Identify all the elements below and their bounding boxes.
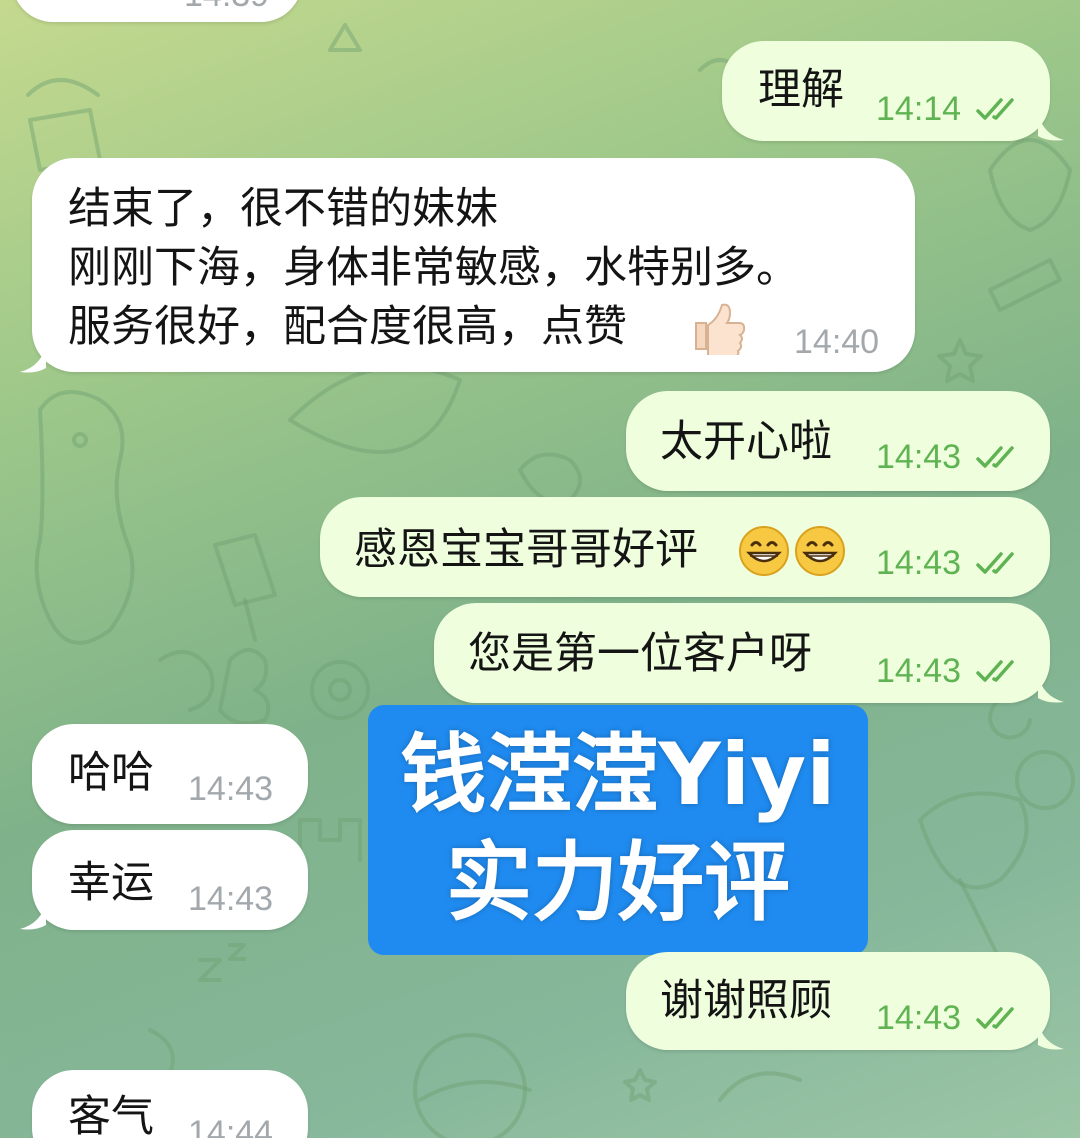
message-time: 14:43 [876, 652, 962, 690]
read-double-check-icon [976, 660, 1014, 682]
message-time: 14:43 [876, 999, 962, 1037]
message-bubble-outgoing[interactable]: 感恩宝宝哥哥好评 14:43 [320, 497, 1050, 597]
promo-line-1: 钱滢滢Yiyi [400, 725, 836, 825]
grinning-face-emoji-icon [795, 526, 845, 576]
message-time: 14:43 [876, 438, 962, 476]
read-double-check-icon [976, 98, 1014, 120]
bubble-tail [20, 344, 46, 373]
message-bubble-outgoing[interactable]: 理解 14:14 [722, 41, 1050, 141]
read-double-check-icon [976, 446, 1014, 468]
bubble-tail [1038, 1021, 1064, 1050]
message-bubble-incoming[interactable]: 幸运 14:43 [32, 830, 308, 930]
message-text-line: 刚刚下海，身体非常敏感，水特别多。 [68, 243, 799, 293]
message-text-line: 结束了，很不错的妹妹 [68, 184, 498, 234]
message-text: 谢谢照顾 [660, 976, 832, 1026]
promo-line-2: 实力好评 [446, 833, 790, 933]
message-bubble-incoming[interactable]: 结束了，很不错的妹妹 刚刚下海，身体非常敏感，水特别多。 服务很好，配合度很高，… [32, 158, 915, 372]
message-text: 哈哈 [68, 748, 154, 798]
message-text-line: 服务很好，配合度很高，点赞 [68, 302, 627, 352]
message-time: 14:40 [794, 323, 880, 361]
message-bubble-incoming[interactable]: 14:39 [12, 0, 302, 22]
bubble-tail [20, 901, 46, 930]
message-time: 14:43 [188, 770, 274, 808]
message-time: 14:14 [876, 90, 962, 128]
message-text: 感恩宝宝哥哥好评 [354, 525, 698, 575]
message-time: 14:43 [188, 880, 274, 918]
message-text: 客气 [68, 1092, 154, 1138]
promo-banner: 钱滢滢Yiyi 实力好评 [368, 705, 868, 955]
message-text: 您是第一位客户呀 [468, 629, 812, 679]
message-bubble-outgoing[interactable]: 太开心啦 14:43 [626, 391, 1050, 491]
message-text: 太开心啦 [660, 417, 832, 467]
message-bubble-incoming[interactable]: 客气 14:44 [32, 1070, 308, 1138]
message-text: 理解 [758, 65, 844, 115]
read-double-check-icon [976, 1007, 1014, 1029]
thumbs-up-emoji-icon [695, 303, 746, 355]
read-double-check-icon [976, 552, 1014, 574]
message-time: 14:44 [188, 1114, 274, 1138]
grinning-face-emoji-icon [739, 526, 789, 576]
bubble-tail [1038, 112, 1064, 141]
message-bubble-outgoing[interactable]: 您是第一位客户呀 14:43 [434, 603, 1050, 703]
message-text: 幸运 [68, 858, 154, 908]
message-time: 14:39 [184, 0, 269, 12]
message-bubble-incoming[interactable]: 哈哈 14:43 [32, 724, 308, 824]
bubble-tail [1038, 674, 1064, 703]
message-bubble-outgoing[interactable]: 谢谢照顾 14:43 [626, 952, 1050, 1050]
message-time: 14:43 [876, 544, 962, 582]
